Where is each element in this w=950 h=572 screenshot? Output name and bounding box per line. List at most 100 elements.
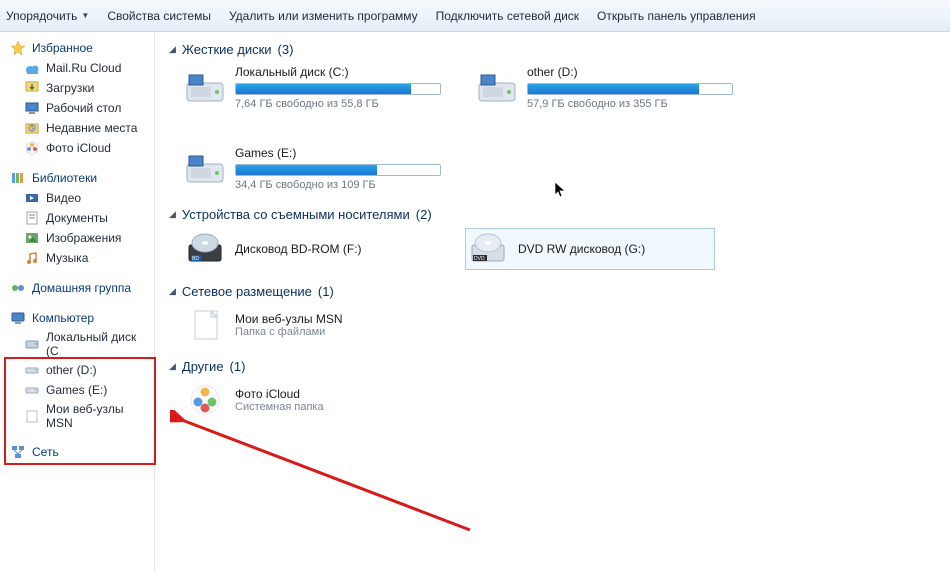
homegroup-icon — [10, 280, 26, 296]
organize-menu[interactable]: Упорядочить ▼ — [6, 9, 89, 23]
item-subtitle: Системная папка — [235, 401, 324, 413]
sidebar-item-label: Фото iCloud — [46, 141, 111, 155]
drive-free-text: 57,9 ГБ свободно из 355 ГБ — [527, 98, 733, 110]
sidebar-item[interactable]: Изображения — [0, 228, 154, 248]
folder-icon — [24, 408, 40, 424]
other-header[interactable]: ◢ Другие (1) — [169, 359, 936, 374]
drive-item[interactable]: Локальный диск (C:)7,64 ГБ свободно из 5… — [183, 63, 443, 112]
removable-section: ◢ Устройства со съемными носителями (2) … — [169, 207, 936, 270]
dvd-drive-icon: DVD — [468, 231, 508, 267]
libraries-header[interactable]: Библиотеки — [0, 168, 154, 188]
computer-group: Компьютер Локальный диск (C other (D:) Gam… — [0, 308, 154, 432]
network-location-item[interactable]: Мои веб-узлы MSNПапка с файлами — [183, 305, 433, 345]
collapse-icon: ◢ — [169, 361, 176, 372]
sidebar-item-label: Games (E:) — [46, 383, 107, 397]
netloc-header[interactable]: ◢ Сетевое размещение (1) — [169, 284, 936, 299]
homegroup[interactable]: Домашняя группа — [0, 278, 154, 298]
hard-disks-section: ◢ Жесткие диски (3) Локальный диск (C:)7… — [169, 42, 936, 193]
homegroup-title: Домашняя группа — [32, 281, 131, 295]
libraries-title: Библиотеки — [32, 171, 97, 185]
system-properties[interactable]: Свойства системы — [107, 9, 211, 23]
sidebar-item[interactable]: Документы — [0, 208, 154, 228]
bd-drive-icon: BD — [185, 231, 225, 267]
sidebar-item[interactable]: Загрузки — [0, 78, 154, 98]
toolbar: Упорядочить ▼ Свойства системы Удалить и… — [0, 0, 950, 32]
organize-label: Упорядочить — [6, 9, 77, 23]
sidebar-item-label: Музыка — [46, 251, 88, 265]
sidebar-item-label: other (D:) — [46, 363, 97, 377]
drive-name: Локальный диск (C:) — [235, 65, 441, 79]
sidebar-item[interactable]: Локальный диск (C — [0, 328, 154, 360]
sidebar-item-label: Рабочий стол — [46, 101, 121, 115]
hdd-title: Жесткие диски — [182, 42, 272, 57]
drive-capacity-bar — [527, 83, 733, 95]
library-icon — [10, 170, 26, 186]
desktop-icon — [24, 100, 40, 116]
hdd-icon — [24, 336, 40, 352]
drive-name: other (D:) — [527, 65, 733, 79]
netloc-title: Сетевое размещение — [182, 284, 312, 299]
collapse-icon: ◢ — [169, 209, 176, 220]
favorites-title: Избранное — [32, 41, 93, 55]
sidebar-item-label: Документы — [46, 211, 108, 225]
sidebar-item[interactable]: other (D:) — [0, 360, 154, 380]
collapse-icon: ◢ — [169, 44, 176, 55]
cloud-icon — [24, 60, 40, 76]
computer-icon — [10, 310, 26, 326]
drive-item[interactable]: other (D:) 57,9 ГБ свободно из 355 ГБ — [475, 63, 735, 112]
chevron-down-icon: ▼ — [81, 11, 89, 20]
hard-disks-header[interactable]: ◢ Жесткие диски (3) — [169, 42, 936, 57]
sidebar-item-label: Локальный диск (C — [46, 330, 148, 358]
video-icon — [24, 190, 40, 206]
image-icon — [24, 230, 40, 246]
sidebar: Избранное Mail.Ru Cloud Загрузки Рабочий с… — [0, 32, 155, 572]
uninstall-program[interactable]: Удалить или изменить программу — [229, 9, 418, 23]
open-control-panel[interactable]: Открыть панель управления — [597, 9, 756, 23]
favorites-header[interactable]: Избранное — [0, 38, 154, 58]
network-title: Сеть — [32, 445, 59, 459]
recent-icon — [24, 120, 40, 136]
netloc-section: ◢ Сетевое размещение (1) Мои веб-узлы MS… — [169, 284, 936, 345]
other-section: ◢ Другие (1) Фото iCloudСистемная папка — [169, 359, 936, 420]
other-title: Другие — [182, 359, 224, 374]
drive-name: Games (E:) — [235, 146, 441, 160]
sidebar-item-label: Мои веб-узлы MSN — [46, 402, 148, 430]
drive-free-text: 34,4 ГБ свободно из 109 ГБ — [235, 179, 441, 191]
item-name: Дисковод BD-ROM (F:) — [235, 242, 362, 256]
network-group[interactable]: Сеть — [0, 442, 154, 462]
other-item[interactable]: Фото iCloudСистемная папка — [183, 380, 433, 420]
other-count: (1) — [230, 359, 246, 374]
star-icon — [10, 40, 26, 56]
removable-header[interactable]: ◢ Устройства со съемными носителями (2) — [169, 207, 936, 222]
sidebar-item[interactable]: Рабочий стол — [0, 98, 154, 118]
sidebar-item[interactable]: Фото iCloud — [0, 138, 154, 158]
sidebar-item[interactable]: Мои веб-узлы MSN — [0, 400, 154, 432]
removable-item[interactable]: BD Дисковод BD-ROM (F:) — [183, 228, 433, 270]
svg-text:BD: BD — [192, 256, 199, 262]
sidebar-item-label: Mail.Ru Cloud — [46, 61, 121, 75]
drive-item[interactable]: Games (E:) 34,4 ГБ свободно из 109 ГБ — [183, 144, 443, 193]
sidebar-item-label: Недавние места — [46, 121, 137, 135]
collapse-icon: ◢ — [169, 286, 176, 297]
computer-title: Компьютер — [32, 311, 94, 325]
sidebar-item[interactable]: Недавние места — [0, 118, 154, 138]
favorites-group: Избранное Mail.Ru Cloud Загрузки Рабочий с… — [0, 38, 154, 158]
computer-header[interactable]: Компьютер — [0, 308, 154, 328]
sidebar-item[interactable]: Games (E:) — [0, 380, 154, 400]
item-name: Мои веб-узлы MSN — [235, 312, 342, 326]
sidebar-item-label: Изображения — [46, 231, 121, 245]
item-name: Фото iCloud — [235, 387, 324, 401]
sidebar-item-label: Видео — [46, 191, 81, 205]
hdd-icon — [185, 152, 225, 186]
network-icon — [10, 444, 26, 460]
removable-item[interactable]: DVD DVD RW дисковод (G:) — [465, 228, 715, 270]
map-network-drive[interactable]: Подключить сетевой диск — [436, 9, 579, 23]
sidebar-item[interactable]: Mail.Ru Cloud — [0, 58, 154, 78]
hdd-icon — [185, 71, 225, 105]
sidebar-item[interactable]: Музыка — [0, 248, 154, 268]
sidebar-item[interactable]: Видео — [0, 188, 154, 208]
item-name: DVD RW дисковод (G:) — [518, 242, 645, 256]
download-icon — [24, 80, 40, 96]
page-icon — [185, 307, 225, 343]
item-subtitle: Папка с файлами — [235, 326, 342, 338]
